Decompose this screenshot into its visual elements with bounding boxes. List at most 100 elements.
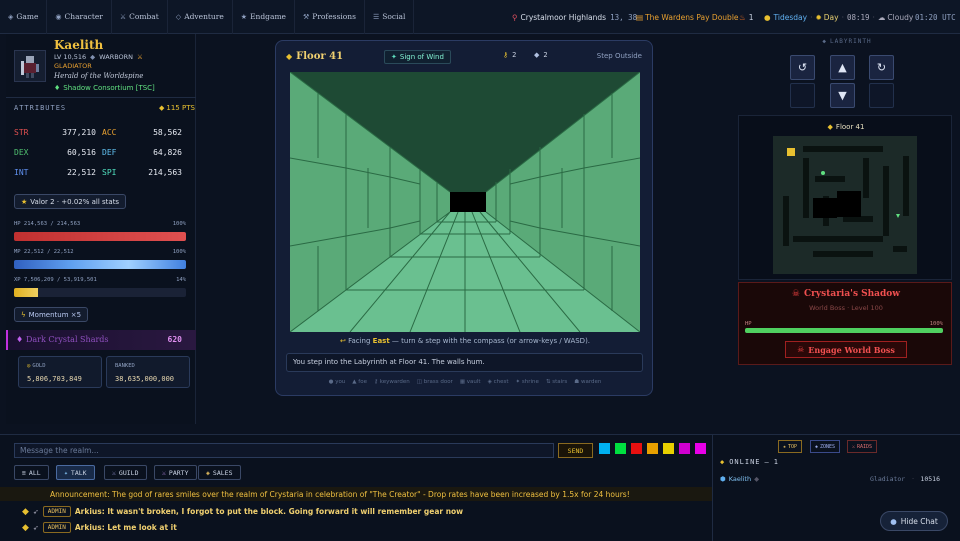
stat-row: DEX 60,516 DEF 64,826: [14, 148, 182, 157]
first-person-corridor-view[interactable]: [290, 72, 640, 332]
nav-item-adventure[interactable]: ◇ Adventure: [168, 0, 233, 34]
color-swatch[interactable]: [695, 443, 706, 454]
gold-value: 5,806,703,849: [27, 375, 82, 383]
stat-value: 64,826: [153, 148, 182, 157]
chat-input[interactable]: Message the realm...: [14, 443, 554, 458]
event-banner[interactable]: ▤ The Wardens Pay Double: [636, 0, 739, 34]
admin-badge: ADMIN: [42, 522, 71, 533]
key-icon: ⚷: [503, 51, 509, 59]
color-swatch[interactable]: [663, 443, 674, 454]
nav-icon: ★: [240, 12, 248, 21]
location-coords: 13, 38: [610, 12, 638, 22]
guild-link[interactable]: ♦ Shadow Consortium [TSC]: [54, 84, 155, 92]
avatar[interactable]: [14, 50, 46, 82]
diamond-icon: ◆: [720, 458, 726, 466]
gem-counter: ◆ 2: [534, 51, 548, 59]
chat-message: ◆ ➶ ADMIN Arkius: Let me look at it: [22, 522, 177, 533]
chat-tab-all[interactable]: ≡ ALL: [14, 465, 49, 480]
tide-label: Tidesday: [773, 12, 808, 22]
key-counter: ⚷ 2: [503, 51, 516, 59]
legend-label: you: [335, 379, 346, 385]
legend-item: ☗ warden: [574, 379, 601, 385]
guild-name: Shadow Consortium [TSC]: [63, 84, 155, 92]
character-panel: Kaelith LV 10,516 ◆ WARBORN ⚔ GLADIATOR …: [6, 34, 196, 424]
facing-suffix: — turn & step with the compass (or arrow…: [391, 337, 591, 345]
chat-tab-guild[interactable]: ⚔ GUILD: [104, 465, 147, 480]
diamond-icon: ◆: [286, 52, 293, 61]
color-swatch[interactable]: [631, 443, 642, 454]
hide-chat-button[interactable]: ● Hide Chat: [880, 511, 948, 531]
gem-icon: ♦: [54, 84, 61, 92]
step-outside-button[interactable]: Step Outside: [597, 52, 642, 60]
chat-tab-talk[interactable]: ✦ TALK: [56, 465, 95, 480]
minimap[interactable]: [773, 136, 917, 274]
filter-icon: ◈: [815, 443, 819, 450]
legend-item: ◈ chest: [488, 379, 509, 385]
stat-key: DEF: [102, 148, 117, 157]
nav-item-endgame[interactable]: ★ Endgame: [233, 0, 295, 34]
hp-text: HP 214,563 / 214,563: [14, 221, 81, 227]
star-icon: ◆: [159, 104, 165, 112]
color-swatch[interactable]: [679, 443, 690, 454]
shards-label: Dark Crystal Shards: [26, 335, 109, 344]
minimap-unexplored: [813, 198, 837, 218]
online-user-class: Gladiator: [870, 475, 906, 483]
valor-badge[interactable]: ★ Valor 2 · +0.02% all stats: [14, 194, 127, 209]
character-rank: WARBORN: [99, 53, 134, 61]
send-button[interactable]: SEND: [558, 443, 593, 458]
filter-zones[interactable]: ◈ ZONES: [810, 440, 841, 453]
character-title: Herald of the Worldspine: [54, 72, 144, 80]
step-forward-button[interactable]: ▲: [830, 55, 855, 80]
nav-item-game[interactable]: ◈ Game: [0, 0, 48, 34]
weather-label: Cloudy: [887, 12, 914, 22]
boss-hp-bar: [745, 328, 943, 333]
stat-key: DEX: [14, 148, 29, 157]
banked-box: BANKED 38,635,000,000: [106, 356, 190, 388]
chat-tab-sales[interactable]: ◈ SALES: [198, 465, 241, 480]
online-heading: ◆ ONLINE — 1: [720, 458, 779, 466]
nav-item-professions[interactable]: ⚒ Professions: [295, 0, 365, 34]
legend-icon: ◈: [487, 379, 492, 385]
message-text: Arkius: It wasn't broken, I forgot to pu…: [74, 507, 464, 516]
stat-row: STR 377,210 ACC 58,562: [14, 128, 182, 137]
color-swatch[interactable]: [647, 443, 658, 454]
mp-text: MP 22,512 / 22,512: [14, 249, 74, 255]
color-swatch[interactable]: [599, 443, 610, 454]
nav-item-social[interactable]: ☰ Social: [365, 0, 415, 34]
legend-item: ▦ vault: [460, 379, 481, 385]
utc-clock: 01:20 UTC: [915, 12, 956, 22]
nav-item-combat[interactable]: ⚔ Combat: [112, 0, 168, 34]
mp-bar: [14, 260, 186, 269]
sword-icon: ➶: [32, 523, 39, 532]
sword-icon: ➶: [32, 507, 39, 516]
turn-left-button[interactable]: ↺: [790, 55, 815, 80]
legend-icon: ⇅: [545, 379, 551, 385]
momentum-badge[interactable]: ϟ Momentum ×5: [14, 307, 89, 322]
online-count: 1: [773, 458, 779, 466]
message-text: Arkius: Let me look at it: [74, 523, 177, 532]
step-back-button[interactable]: ▼: [830, 83, 855, 108]
turn-right-button[interactable]: ↻: [869, 55, 894, 80]
color-swatch[interactable]: [615, 443, 626, 454]
legend-label: chest: [493, 379, 509, 385]
filter-top[interactable]: ★ TOP: [778, 440, 803, 453]
skull-icon: ☠: [791, 289, 800, 299]
stat-value: 377,210: [62, 128, 96, 137]
nav-item-character[interactable]: ◉ Character: [47, 0, 112, 34]
nav-icon: ◉: [55, 12, 62, 21]
diamond-icon: ◆: [822, 38, 828, 45]
filter-raids[interactable]: ⚔ RAIDS: [847, 440, 878, 453]
admin-badge: ADMIN: [42, 506, 71, 517]
legend-label: keywarden: [379, 379, 410, 385]
labyrinth-heading: ◆ LABYRINTH: [782, 38, 912, 45]
online-user-row[interactable]: ⬢ Kaelith ◆ Gladiator · 10516: [720, 475, 942, 483]
compass-icon: ↩: [339, 337, 346, 345]
engage-boss-button[interactable]: ☠ Engage World Boss: [785, 341, 907, 358]
legend-icon: ▦: [459, 379, 466, 385]
legend-label: foe: [358, 379, 367, 385]
chat-tab-party[interactable]: ⚔ PARTY: [154, 465, 197, 480]
warrior-portrait-icon: [21, 56, 39, 78]
separator: ·: [810, 12, 813, 22]
separator: ·: [872, 12, 875, 22]
diamond-icon: ◆: [754, 475, 760, 483]
